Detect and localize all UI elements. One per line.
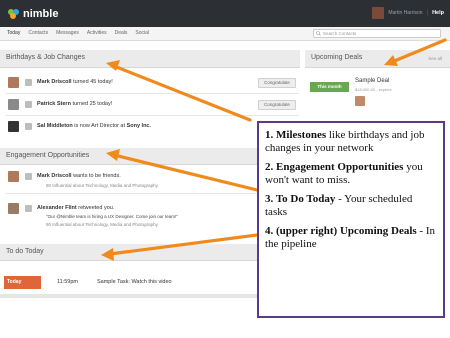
- avatar[interactable]: [8, 98, 19, 110]
- note-item: 4. (upper right) Upcoming Deals - In the…: [265, 225, 435, 250]
- avatar[interactable]: [8, 170, 19, 182]
- contact-name[interactable]: Sal Middleton: [37, 123, 73, 129]
- facebook-icon: [25, 78, 32, 86]
- birthdays-panel-header: Birthdays & Job Changes: [0, 50, 300, 68]
- linkedin-icon: [25, 122, 32, 130]
- company-name[interactable]: Sony Inc.: [127, 123, 151, 129]
- twitter-icon: [25, 204, 32, 212]
- task-time: 11:59pm: [57, 279, 78, 285]
- contact-name[interactable]: Alexander Flint: [37, 205, 77, 211]
- tab-today[interactable]: Today: [7, 30, 20, 36]
- contact-name[interactable]: Mark Driscoll: [37, 79, 72, 85]
- today-badge: Today: [4, 276, 41, 289]
- user-name[interactable]: Martin Harrison: [388, 10, 422, 16]
- deal-name[interactable]: Sample Deal: [355, 78, 389, 84]
- todo-divider: [0, 294, 300, 298]
- event-text: retweeted you.: [78, 205, 115, 211]
- todo-panel-header: To do Today: [0, 244, 300, 261]
- tab-activities[interactable]: Activities: [87, 30, 107, 36]
- tweet-text: "Our @Nimble team is hiring a UX Designe…: [46, 214, 178, 219]
- avatar[interactable]: [8, 202, 19, 214]
- divider: [6, 115, 299, 116]
- see-all-link[interactable]: See all: [428, 56, 442, 61]
- nimble-logo[interactable]: nimble: [8, 8, 58, 20]
- avatar[interactable]: [355, 96, 365, 106]
- contact-name[interactable]: Mark Driscoll: [37, 173, 72, 179]
- event-text: is now Art Director at: [74, 123, 126, 129]
- logo-text: nimble: [23, 8, 59, 20]
- top-bar: nimble Martin Harrison | Help: [0, 0, 450, 27]
- search-placeholder: Search Contacts: [323, 31, 357, 36]
- main-nav: Today Contacts Messages Activities Deals…: [0, 27, 450, 41]
- tab-deals[interactable]: Deals: [115, 30, 128, 36]
- contact-name[interactable]: Patrick Stern: [37, 101, 71, 107]
- facebook-icon: [25, 100, 32, 108]
- tab-messages[interactable]: Messages: [56, 30, 79, 36]
- note-item: 1. Milestones like birthdays and job cha…: [265, 129, 425, 154]
- deal-item[interactable]: This month Sample Deal $18,000.00 - expi…: [308, 74, 443, 114]
- list-item: Sal Middleton is now Art Director at Son…: [8, 118, 151, 134]
- annotation-note: 1. Milestones like birthdays and job cha…: [257, 121, 445, 318]
- tab-social[interactable]: Social: [135, 30, 149, 36]
- influence-text: 90 Influential about Technology, Media a…: [46, 222, 158, 227]
- influence-text: 90 Influential about Technology, Media a…: [46, 183, 158, 188]
- divider: |: [426, 10, 429, 16]
- task-item[interactable]: Sample Task: Watch this video: [97, 279, 172, 285]
- event-text: turned 25 today!: [72, 101, 113, 107]
- list-item: Patrick Stern turned 25 today!: [8, 96, 112, 112]
- divider: [6, 193, 299, 194]
- todo-title: To do Today: [6, 248, 44, 255]
- divider: [6, 93, 299, 94]
- deal-amount: $18,000.00 - expires: [355, 87, 392, 92]
- help-link[interactable]: Help: [432, 10, 444, 16]
- list-item: Mark Driscoll wants to be friends.: [8, 168, 121, 184]
- deals-title: Upcoming Deals: [311, 54, 363, 61]
- avatar[interactable]: [8, 76, 19, 88]
- list-item: Mark Driscoll turned 45 today!: [8, 74, 113, 90]
- nimble-logo-icon: [8, 9, 20, 19]
- month-badge: This month: [310, 82, 349, 92]
- deals-panel-header: Upcoming Deals See all: [305, 50, 450, 68]
- tab-contacts[interactable]: Contacts: [28, 30, 48, 36]
- engagement-title: Engagement Opportunities: [6, 152, 90, 159]
- search-icon: [316, 31, 321, 36]
- engagement-panel-header: Engagement Opportunities: [0, 148, 300, 165]
- avatar[interactable]: [8, 120, 19, 132]
- congratulate-button[interactable]: Congratulate: [258, 78, 296, 88]
- facebook-icon: [25, 172, 32, 180]
- birthdays-title: Birthdays & Job Changes: [6, 54, 85, 61]
- event-text: wants to be friends.: [73, 173, 121, 179]
- note-item: 2. Engagement Opportunities you won't wa…: [265, 161, 423, 186]
- user-avatar[interactable]: [372, 7, 385, 19]
- note-item: 3. To Do Today - Your scheduled tasks: [265, 193, 413, 218]
- congratulate-button[interactable]: Congratulate: [258, 100, 296, 110]
- search-input[interactable]: Search Contacts: [313, 29, 441, 38]
- event-text: turned 45 today!: [73, 79, 113, 85]
